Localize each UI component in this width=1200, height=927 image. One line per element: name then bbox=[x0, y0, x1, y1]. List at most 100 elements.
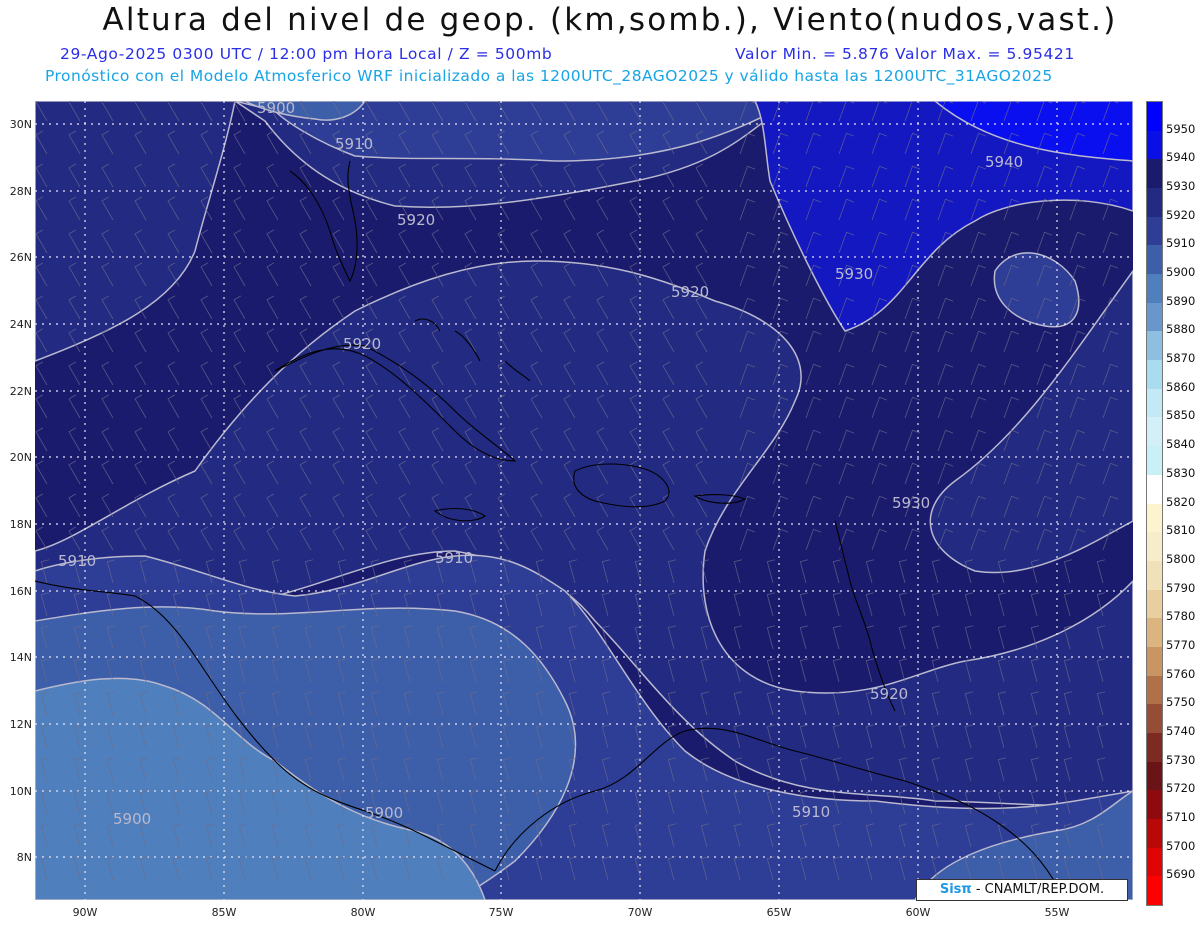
contour-label: 5920 bbox=[671, 283, 709, 301]
colorbar-label: 5790 bbox=[1166, 580, 1196, 595]
lat-label: 22N bbox=[9, 385, 32, 398]
lat-label: 16N bbox=[9, 585, 32, 598]
contour-label: 5940 bbox=[985, 153, 1023, 171]
contour-label: 5920 bbox=[870, 685, 908, 703]
lat-label: 24N bbox=[9, 318, 32, 331]
colorbar bbox=[1146, 101, 1163, 906]
contour-label: 5930 bbox=[835, 265, 873, 283]
chart-title: Altura del nivel de geop. (km,somb.), Vi… bbox=[102, 2, 1118, 38]
contour-label: 5910 bbox=[792, 803, 830, 821]
contour-label: 5910 bbox=[58, 552, 96, 570]
lon-label: 60W bbox=[905, 906, 931, 919]
lat-label: 20N bbox=[9, 451, 32, 464]
colorbar-segment bbox=[1147, 417, 1162, 447]
colorbar-label: 5810 bbox=[1166, 523, 1196, 538]
colorbar-label: 5690 bbox=[1166, 867, 1196, 882]
lat-label: 18N bbox=[9, 518, 32, 531]
model-info-line: Pronóstico con el Modelo Atmosferico WRF… bbox=[45, 67, 1053, 85]
credit-logo: Sisπ bbox=[939, 882, 972, 897]
colorbar-label: 5930 bbox=[1166, 179, 1196, 194]
colorbar-label: 5850 bbox=[1166, 408, 1196, 423]
min-max-values: Valor Min. = 5.876 Valor Max. = 5.95421 bbox=[735, 45, 1075, 63]
colorbar-label: 5920 bbox=[1166, 207, 1196, 222]
contour-label: 5920 bbox=[397, 211, 435, 229]
colorbar-label: 5710 bbox=[1166, 809, 1196, 824]
colorbar-segment bbox=[1147, 732, 1162, 763]
colorbar-label: 5720 bbox=[1166, 781, 1196, 796]
colorbar-label: 5830 bbox=[1166, 465, 1196, 480]
valid-time-line: 29-Ago-2025 0300 UTC / 12:00 pm Hora Loc… bbox=[60, 45, 1074, 63]
contour-label: 5910 bbox=[435, 549, 473, 567]
colorbar-segment bbox=[1147, 503, 1162, 533]
contour-label: 5920 bbox=[343, 335, 381, 353]
contour-label: 5900 bbox=[365, 804, 403, 822]
colorbar-segment bbox=[1147, 618, 1162, 648]
colorbar-label: 5800 bbox=[1166, 551, 1196, 566]
lat-label: 30N bbox=[9, 118, 32, 131]
colorbar-segment bbox=[1147, 102, 1162, 132]
valid-time-text: 29-Ago-2025 0300 UTC / 12:00 pm Hora Loc… bbox=[60, 45, 553, 63]
colorbar-label: 5840 bbox=[1166, 437, 1196, 452]
colorbar-segment bbox=[1147, 790, 1162, 820]
lon-label: 75W bbox=[488, 906, 514, 919]
colorbar-segment bbox=[1147, 589, 1162, 619]
colorbar-segment bbox=[1147, 388, 1162, 418]
lat-label: 12N bbox=[9, 718, 32, 731]
colorbar-segment bbox=[1147, 446, 1162, 476]
contour-label: 5900 bbox=[113, 810, 151, 828]
lon-label: 90W bbox=[72, 906, 98, 919]
colorbar-segment bbox=[1147, 474, 1162, 504]
credit-box: Sisπ - CNAMLT/REP.DOM. bbox=[916, 879, 1128, 901]
lat-label: 28N bbox=[9, 185, 32, 198]
colorbar-segment bbox=[1147, 761, 1162, 791]
colorbar-segment bbox=[1147, 532, 1162, 562]
colorbar-segment bbox=[1147, 560, 1162, 591]
lon-label: 80W bbox=[350, 906, 376, 919]
map-canvas: 5900 5910 5920 5920 5920 5930 5940 5930 … bbox=[35, 101, 1133, 900]
colorbar-segment bbox=[1147, 675, 1162, 705]
colorbar-label: 5880 bbox=[1166, 322, 1196, 337]
contour-label: 5900 bbox=[257, 101, 295, 117]
colorbar-segment bbox=[1147, 130, 1162, 160]
colorbar-segment bbox=[1147, 818, 1162, 849]
colorbar-segment bbox=[1147, 876, 1162, 906]
colorbar-label: 5860 bbox=[1166, 379, 1196, 394]
colorbar-label: 5950 bbox=[1166, 121, 1196, 136]
colorbar-label: 5940 bbox=[1166, 150, 1196, 165]
colorbar-segment bbox=[1147, 704, 1162, 734]
colorbar-segment bbox=[1147, 646, 1162, 677]
colorbar-segment bbox=[1147, 188, 1162, 218]
colorbar-label: 5760 bbox=[1166, 666, 1196, 681]
colorbar-label: 5730 bbox=[1166, 752, 1196, 767]
colorbar-label: 5740 bbox=[1166, 723, 1196, 738]
lat-label: 10N bbox=[9, 785, 32, 798]
colorbar-label: 5780 bbox=[1166, 609, 1196, 624]
forecast-map: 5900 5910 5920 5920 5920 5930 5940 5930 … bbox=[35, 101, 1133, 900]
colorbar-segment bbox=[1147, 159, 1162, 189]
colorbar-segment bbox=[1147, 302, 1162, 332]
lon-label: 85W bbox=[211, 906, 237, 919]
colorbar-segment bbox=[1147, 216, 1162, 246]
colorbar-segment bbox=[1147, 274, 1162, 304]
colorbar-label: 5700 bbox=[1166, 838, 1196, 853]
colorbar-label: 5900 bbox=[1166, 265, 1196, 280]
lon-label: 55W bbox=[1044, 906, 1070, 919]
colorbar-label: 5870 bbox=[1166, 351, 1196, 366]
colorbar-label: 5820 bbox=[1166, 494, 1196, 509]
contour-label: 5930 bbox=[892, 494, 930, 512]
lat-label: 26N bbox=[9, 251, 32, 264]
colorbar-label: 5890 bbox=[1166, 293, 1196, 308]
lon-label: 65W bbox=[766, 906, 792, 919]
lon-label: 70W bbox=[627, 906, 653, 919]
colorbar-segment bbox=[1147, 847, 1162, 877]
colorbar-label: 5750 bbox=[1166, 695, 1196, 710]
credit-text: - CNAMLT/REP.DOM. bbox=[975, 882, 1105, 897]
lat-label: 8N bbox=[16, 851, 32, 864]
colorbar-segment bbox=[1147, 360, 1162, 390]
colorbar-segment bbox=[1147, 331, 1162, 361]
contour-label: 5910 bbox=[335, 135, 373, 153]
lat-label: 14N bbox=[9, 651, 32, 664]
colorbar-segment bbox=[1147, 245, 1162, 275]
colorbar-label: 5770 bbox=[1166, 637, 1196, 652]
colorbar-label: 5910 bbox=[1166, 236, 1196, 251]
